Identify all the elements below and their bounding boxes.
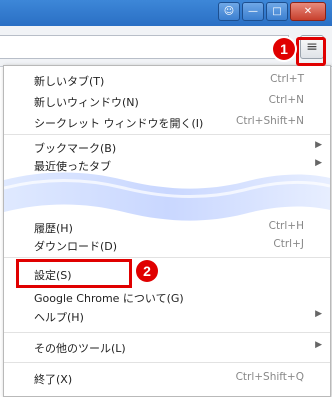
menu-item-new-window[interactable]: 新しいウィンドウ(N) Ctrl+N bbox=[4, 90, 330, 112]
menu-item-exit[interactable]: 終了(X) Ctrl+Shift+Q bbox=[4, 367, 330, 389]
menu-item-label: 終了(X) bbox=[34, 373, 73, 386]
chrome-menu-dropdown: 新しいタブ(T) Ctrl+T 新しいウィンドウ(N) Ctrl+N シークレッ… bbox=[3, 65, 331, 397]
menu-item-shortcut: Ctrl+Shift+N bbox=[236, 115, 304, 127]
user-icon[interactable]: ☺ bbox=[218, 2, 240, 21]
chevron-right-icon: ▶ bbox=[315, 140, 322, 150]
menu-item-shortcut: Ctrl+N bbox=[268, 94, 304, 106]
menu-item-label: その他のツール(L) bbox=[34, 342, 126, 355]
menu-item-downloads[interactable]: ダウンロード(D) Ctrl+J bbox=[4, 234, 330, 256]
menu-item-shortcut: Ctrl+T bbox=[270, 73, 304, 85]
menu-item-label: 新しいタブ(T) bbox=[34, 75, 105, 88]
menu-separator bbox=[4, 134, 330, 135]
menu-item-new-tab[interactable]: 新しいタブ(T) Ctrl+T bbox=[4, 69, 330, 91]
menu-separator bbox=[4, 362, 330, 363]
menu-item-shortcut: Ctrl+H bbox=[268, 220, 304, 232]
menu-item-label: Google Chrome について(G) bbox=[34, 292, 184, 305]
menu-item-label: ヘルプ(H) bbox=[34, 311, 84, 324]
menu-item-more-tools[interactable]: その他のツール(L) ▶ bbox=[4, 336, 330, 358]
menu-item-help[interactable]: ヘルプ(H) ▶ bbox=[4, 305, 330, 327]
chevron-right-icon: ▶ bbox=[315, 309, 322, 319]
menu-item-label: ダウンロード(D) bbox=[34, 240, 118, 253]
address-bar[interactable] bbox=[0, 35, 289, 59]
menu-separator bbox=[4, 257, 330, 258]
menu-separator bbox=[4, 332, 330, 333]
chevron-right-icon: ▶ bbox=[315, 340, 322, 350]
menu-item-label: 新しいウィンドウ(N) bbox=[34, 96, 139, 109]
menu-item-label: シークレット ウィンドウを開く(I) bbox=[34, 117, 204, 130]
menu-item-shortcut: Ctrl+Shift+Q bbox=[235, 371, 304, 383]
settings-highlight bbox=[16, 259, 132, 288]
maximize-button[interactable]: □ bbox=[266, 2, 288, 21]
minimize-button[interactable]: — bbox=[242, 2, 264, 21]
close-button[interactable]: ✕ bbox=[290, 2, 326, 21]
menu-button-highlight bbox=[296, 37, 326, 66]
window-controls: ☺ — □ ✕ bbox=[218, 2, 326, 21]
step-badge-2: 2 bbox=[136, 260, 158, 282]
menu-item-shortcut: Ctrl+J bbox=[273, 238, 304, 250]
menu-item-incognito[interactable]: シークレット ウィンドウを開く(I) Ctrl+Shift+N bbox=[4, 111, 330, 133]
window-titlebar: ☺ — □ ✕ bbox=[0, 0, 332, 26]
step-badge-1: 1 bbox=[273, 38, 295, 60]
